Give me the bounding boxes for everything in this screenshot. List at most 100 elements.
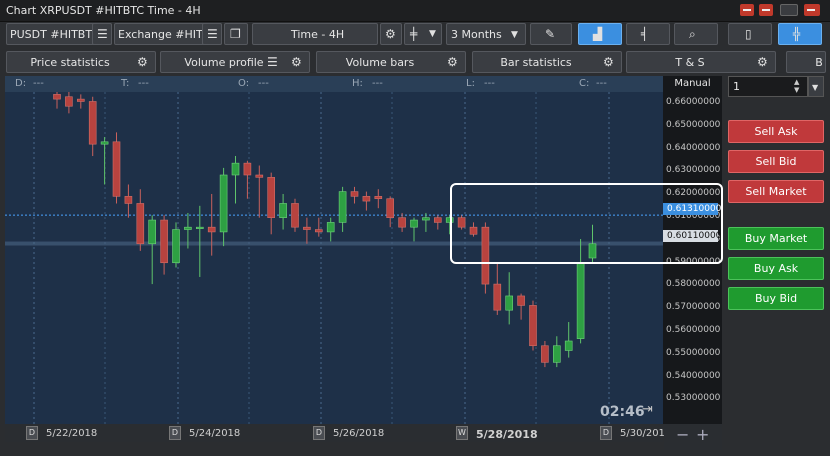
price-mode-label[interactable]: Manual <box>663 78 722 89</box>
symbol-list-button[interactable]: ☰ <box>92 23 112 45</box>
period-dropdown[interactable]: 3 Months ▼ <box>446 23 526 45</box>
gear-icon[interactable]: ⚙ <box>447 56 458 68</box>
restore-button[interactable] <box>780 4 798 16</box>
ohlc-t-value: --- <box>138 78 149 89</box>
panel-tab-b[interactable]: B <box>786 51 826 73</box>
trading-panel-button[interactable]: ╡ <box>626 23 670 45</box>
draw-button[interactable]: ✎ <box>530 23 572 45</box>
zoom-controls: − + <box>664 424 722 450</box>
bars-icon[interactable]: ☰ <box>267 56 278 68</box>
candle <box>386 196 395 228</box>
ohlc-c-value: --- <box>596 78 607 89</box>
panel-tab-label: T & S <box>675 56 705 69</box>
sell-market-button[interactable]: Sell Market <box>728 180 824 203</box>
timeframe-selector[interactable]: Time - 4H <box>252 23 378 45</box>
gear-icon[interactable]: ⚙ <box>291 56 302 68</box>
candle <box>433 215 442 230</box>
list-icon: ☰ <box>207 27 218 41</box>
candle <box>88 96 97 157</box>
candle <box>529 300 537 351</box>
price-tick-label: 0.55000000 <box>666 347 721 358</box>
quantity-dropdown[interactable]: ▼ <box>808 76 824 97</box>
candle <box>148 215 156 285</box>
close-button[interactable] <box>804 4 820 16</box>
timeframe-settings-button[interactable]: ⚙ <box>380 23 402 45</box>
maximize-button[interactable] <box>759 4 773 16</box>
candle <box>541 341 549 368</box>
candle-body <box>124 196 133 204</box>
highlight-box <box>450 183 723 264</box>
panel-tab-t-s[interactable]: T & S ⚙ <box>626 51 776 73</box>
price-tick-label: 0.63000000 <box>666 165 721 176</box>
zoom-in-icon[interactable]: + <box>696 427 709 443</box>
candle <box>362 191 371 211</box>
candle <box>564 322 573 358</box>
mouse-mode-button[interactable]: ▯ <box>728 23 772 45</box>
date-label: 5/22/2018 <box>46 428 98 439</box>
candle-body <box>576 262 585 339</box>
exchange-list-button[interactable]: ☰ <box>202 23 222 45</box>
indicators-button[interactable]: ▟ <box>578 23 622 45</box>
candle <box>505 272 514 325</box>
candle-body <box>196 226 204 229</box>
price-tick-label: 0.53000000 <box>666 393 721 404</box>
date-marker: D <box>26 426 38 440</box>
price-tick-label: 0.66000000 <box>666 97 721 107</box>
ohlc-d-value: --- <box>33 78 44 89</box>
scroll-to-end-icon[interactable]: ⇥ <box>642 403 653 416</box>
candle <box>53 92 61 109</box>
panel-tab-label: Volume bars <box>345 56 415 69</box>
candle-body <box>386 198 395 218</box>
candle <box>493 262 502 315</box>
price-tick-label: 0.58000000 <box>666 279 721 290</box>
candle-body <box>326 222 335 233</box>
panel-tab-price-statistics[interactable]: Price statistics ⚙ <box>6 51 156 73</box>
gear-icon[interactable]: ⚙ <box>137 56 148 68</box>
ohlc-o-value: --- <box>258 78 269 89</box>
panel-tab-volume-bars[interactable]: Volume bars ⚙ <box>316 51 466 73</box>
mouse-icon: ▯ <box>745 27 752 41</box>
candle <box>207 193 216 256</box>
candle <box>552 336 561 368</box>
quantity-spinner[interactable]: ▲ ▼ <box>794 78 799 94</box>
ohlc-h-value: --- <box>372 78 383 89</box>
gear-icon[interactable]: ⚙ <box>603 56 614 68</box>
pencil-icon: ✎ <box>545 27 556 41</box>
candle-body <box>552 345 561 363</box>
minimize-button[interactable] <box>740 4 754 16</box>
search-chart-button[interactable]: ⌕ <box>674 23 718 45</box>
copy-button[interactable]: ❐ <box>224 23 248 45</box>
candle <box>243 160 252 199</box>
candle-body <box>505 295 514 311</box>
sell-ask-button[interactable]: Sell Ask <box>728 120 824 143</box>
panel-tab-bar-statistics[interactable]: Bar statistics ⚙ <box>472 51 622 73</box>
candle-body <box>350 191 359 197</box>
panel-tab-volume-profile[interactable]: Volume profile ☰ ⚙ <box>160 51 310 73</box>
candle-body <box>529 305 537 347</box>
gear-icon: ⚙ <box>385 27 396 41</box>
price-tick-label: 0.57000000 <box>666 302 721 313</box>
gear-icon[interactable]: ⚙ <box>757 56 768 68</box>
ohlc-l-value: --- <box>484 78 495 89</box>
candle-body <box>148 219 156 245</box>
candle-body <box>53 94 61 100</box>
price-tick-label: 0.64000000 <box>666 142 721 153</box>
candle <box>196 205 204 277</box>
candle <box>231 156 240 204</box>
panel-tab-label: Price statistics <box>30 56 110 69</box>
candle <box>517 293 525 320</box>
buy-bid-button[interactable]: Buy Bid <box>728 287 824 310</box>
date-label: 5/26/2018 <box>333 428 385 439</box>
search-icon: ⌕ <box>689 27 696 41</box>
buy-ask-button[interactable]: Buy Ask <box>728 257 824 280</box>
candlestick-icon: ╪ <box>410 27 418 41</box>
crosshair-button[interactable]: ╬ <box>778 23 822 45</box>
zoom-out-icon[interactable]: − <box>676 427 689 443</box>
candle-body <box>88 101 97 145</box>
buy-market-button[interactable]: Buy Market <box>728 227 824 250</box>
chart-type-dropdown[interactable]: ╪ ▼ <box>404 23 442 45</box>
date-marker: D <box>313 426 325 440</box>
sell-bid-button[interactable]: Sell Bid <box>728 150 824 173</box>
candle <box>255 165 264 218</box>
candle <box>410 217 418 242</box>
